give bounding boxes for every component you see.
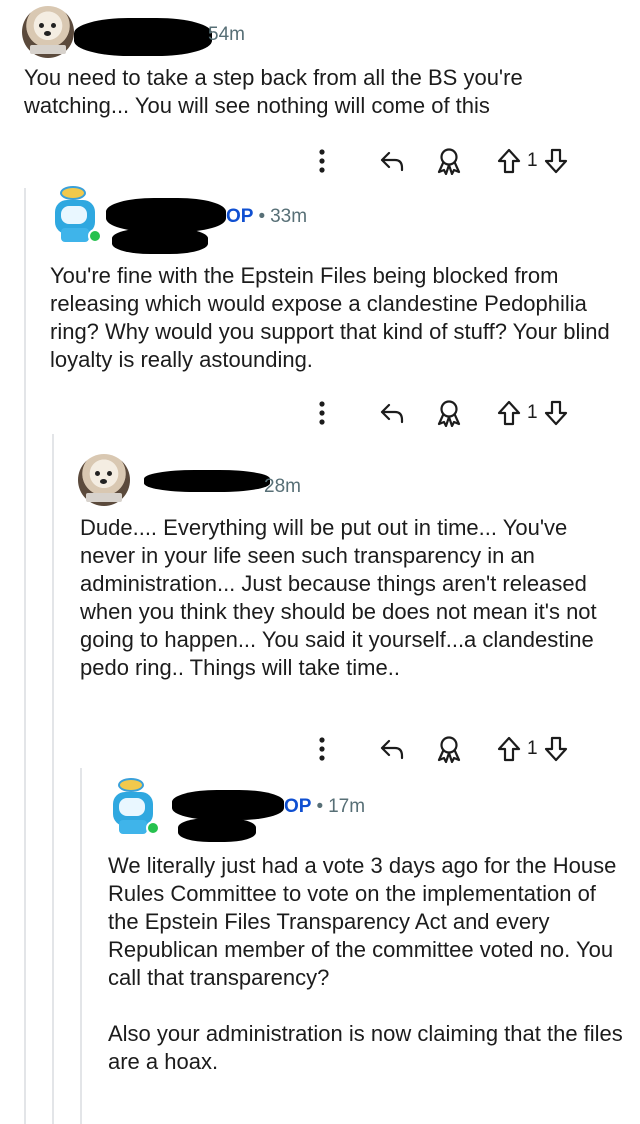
comment-body: We literally just had a vote 3 days ago … <box>108 852 628 1076</box>
comment-paragraph: Also your administration is now claiming… <box>108 1021 623 1074</box>
user-avatar[interactable] <box>52 186 104 246</box>
comment-actions: 1 <box>310 734 571 764</box>
avatar-tag <box>86 493 122 502</box>
avatar-tag <box>30 45 66 54</box>
avatar-eye <box>51 23 56 28</box>
redacted-username <box>106 198 226 232</box>
avatar-nose <box>44 31 51 36</box>
op-badge: OP <box>284 796 312 817</box>
redacted-username <box>144 470 270 492</box>
avatar-nose <box>100 479 107 484</box>
comment-timestamp: 33m <box>270 206 308 227</box>
comment-body: Dude.... Everything will be put out in t… <box>80 514 620 682</box>
comment-paragraph: You need to take a step back from all th… <box>24 65 523 118</box>
award-icon[interactable] <box>434 735 464 763</box>
online-status-dot <box>88 229 102 243</box>
comment-timestamp: 54m <box>208 24 245 45</box>
downvote-arrow-icon[interactable] <box>541 148 571 174</box>
meta-separator: • <box>258 206 266 227</box>
vote-count: 1 <box>527 150 538 171</box>
redacted-username <box>172 790 284 820</box>
upvote-arrow-icon[interactable] <box>494 148 524 174</box>
redacted-username <box>74 18 212 56</box>
award-icon[interactable] <box>434 399 464 427</box>
vote-count: 1 <box>527 402 538 423</box>
redacted-username <box>112 228 208 254</box>
more-vertical-icon[interactable] <box>310 149 334 173</box>
upvote-arrow-icon[interactable] <box>494 400 524 426</box>
comment-4: OP • 17m We literally just had a vote 3 … <box>0 776 640 1124</box>
comment-timestamp: 17m <box>328 796 366 817</box>
downvote-arrow-icon[interactable] <box>541 736 571 762</box>
comment-timestamp: 28m <box>264 476 301 497</box>
comment-body: You're fine with the Epstein Files being… <box>50 262 620 374</box>
comment-actions: 1 <box>310 146 571 176</box>
vote-count: 1 <box>527 738 538 759</box>
comment-paragraph: Dude.... Everything will be put out in t… <box>80 515 597 680</box>
reply-icon[interactable] <box>374 738 410 760</box>
avatar-eye <box>107 471 112 476</box>
comment-2: OP • 33m You're fine with the Epstein Fi… <box>0 184 640 436</box>
award-icon[interactable] <box>434 147 464 175</box>
comment-1: 54m You need to take a step back from al… <box>0 0 640 190</box>
comment-body: You need to take a step back from all th… <box>24 64 624 120</box>
user-avatar[interactable] <box>22 6 74 58</box>
comment-actions: 1 <box>310 398 571 428</box>
comment-paragraph: You're fine with the Epstein Files being… <box>50 263 610 372</box>
avatar-face <box>61 206 87 224</box>
comment-paragraph: We literally just had a vote 3 days ago … <box>108 853 617 990</box>
comment-3: 28m Dude.... Everything will be put out … <box>0 448 640 778</box>
more-vertical-icon[interactable] <box>310 401 334 425</box>
more-vertical-icon[interactable] <box>310 737 334 761</box>
avatar-eye <box>39 23 44 28</box>
upvote-arrow-icon[interactable] <box>494 736 524 762</box>
user-avatar[interactable] <box>78 454 130 506</box>
op-badge: OP <box>226 206 254 227</box>
downvote-arrow-icon[interactable] <box>541 400 571 426</box>
avatar-hat <box>118 778 144 792</box>
avatar-hat <box>60 186 86 200</box>
reply-icon[interactable] <box>374 402 410 424</box>
comment-header: OP • 33m <box>226 206 307 228</box>
avatar-body <box>119 820 147 834</box>
avatar-eye <box>95 471 100 476</box>
meta-separator: • <box>316 796 324 817</box>
user-avatar[interactable] <box>110 778 162 838</box>
avatar-body <box>61 228 89 242</box>
online-status-dot <box>146 821 160 835</box>
redacted-username <box>178 818 256 842</box>
reply-icon[interactable] <box>374 150 410 172</box>
avatar-face <box>119 798 145 816</box>
comment-header: OP • 17m <box>284 796 365 818</box>
